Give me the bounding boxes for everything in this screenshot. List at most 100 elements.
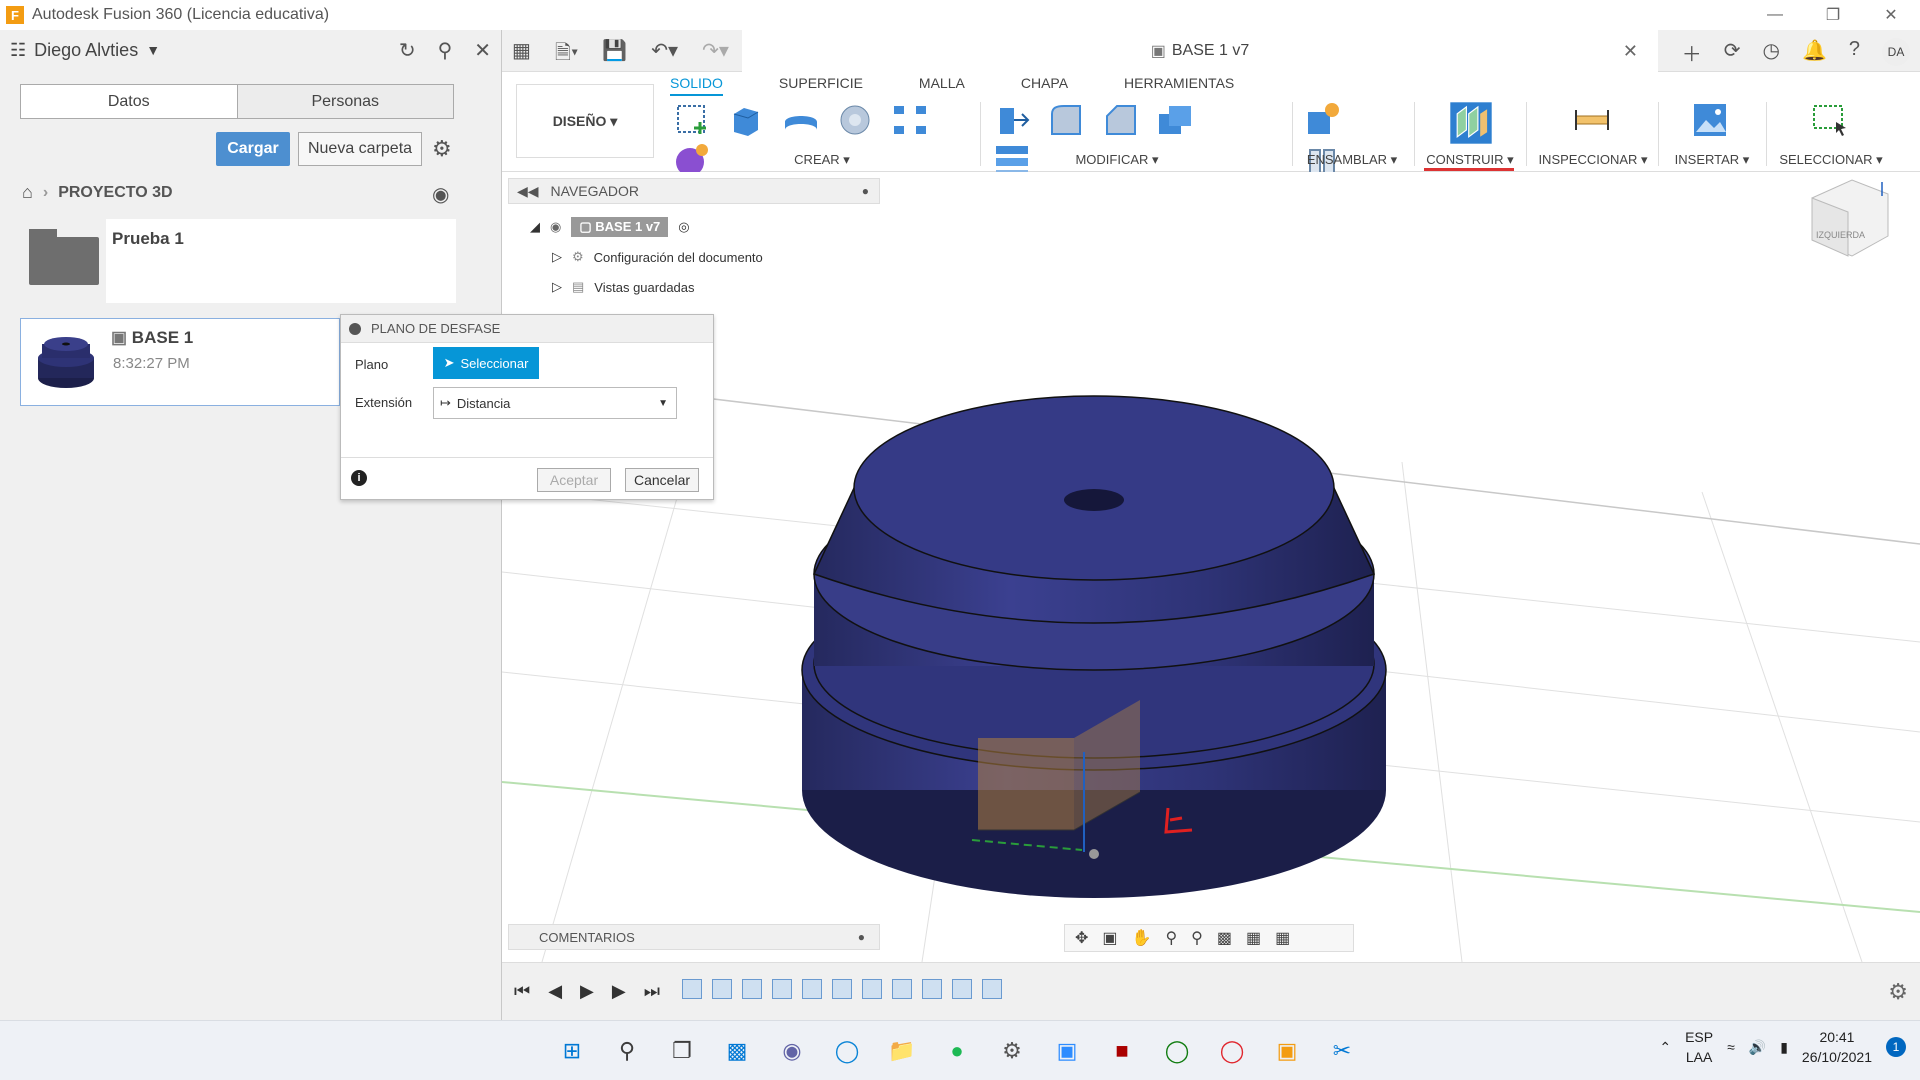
- new-folder-button[interactable]: Nueva carpeta: [298, 132, 422, 166]
- group-label-crear[interactable]: CREAR ▾: [672, 152, 972, 168]
- battery-icon[interactable]: ▮: [1780, 1039, 1788, 1056]
- comments-add-icon[interactable]: ●: [858, 930, 865, 944]
- new-tab-icon[interactable]: ＋: [1682, 38, 1702, 67]
- undo-icon[interactable]: ↶▾: [651, 38, 678, 72]
- timeline-feature[interactable]: [682, 979, 702, 999]
- spotify-icon[interactable]: ●: [939, 1033, 975, 1069]
- visibility-icon[interactable]: ◉: [550, 219, 561, 235]
- grid-icon[interactable]: ▦: [1246, 928, 1261, 948]
- zoom-app-icon[interactable]: ▣: [1049, 1033, 1085, 1069]
- viewports-icon[interactable]: ▦: [1275, 928, 1290, 948]
- volume-icon[interactable]: 🔊: [1749, 1039, 1766, 1056]
- tab-solido[interactable]: SOLIDO: [670, 75, 723, 96]
- display-settings-icon[interactable]: ▩: [1217, 928, 1232, 948]
- timeline-feature[interactable]: [862, 979, 882, 999]
- collapse-navigator-icon[interactable]: ◀◀: [517, 183, 539, 200]
- home-icon[interactable]: ⌂: [22, 182, 33, 203]
- next-step-icon[interactable]: ▶: [612, 981, 626, 1002]
- restore-button[interactable]: ❐: [1804, 0, 1862, 30]
- expand-icon[interactable]: ◢: [530, 219, 540, 235]
- shell-icon[interactable]: [1155, 100, 1195, 140]
- help-icon[interactable]: ?: [1849, 38, 1860, 67]
- breadcrumb-project[interactable]: PROYECTO 3D: [58, 184, 172, 202]
- insert-image-icon[interactable]: [1690, 100, 1730, 140]
- sweep-icon[interactable]: [835, 100, 875, 140]
- tree-item[interactable]: ▷ ▤ Vistas guardadas: [530, 272, 763, 302]
- workspace-switcher[interactable]: DISEÑO ▾: [516, 84, 654, 158]
- refresh-icon[interactable]: ↻: [399, 38, 416, 63]
- input-language[interactable]: ESP LAA: [1685, 1027, 1713, 1067]
- settings-icon[interactable]: ⚙: [994, 1033, 1030, 1069]
- user-name[interactable]: Diego Alvties: [34, 40, 138, 61]
- xbox-icon[interactable]: ◯: [1159, 1033, 1195, 1069]
- snipping-tool-icon[interactable]: ✂: [1324, 1033, 1360, 1069]
- navigator-pin-icon[interactable]: ●: [862, 184, 869, 198]
- close-tab-icon[interactable]: ✕: [1623, 41, 1638, 62]
- timeline-settings-gear-icon[interactable]: ⚙: [1888, 979, 1908, 1005]
- clock[interactable]: 20:41 26/10/2021: [1802, 1027, 1872, 1067]
- file-menu-icon[interactable]: 🗎▾: [555, 38, 578, 72]
- timeline-feature[interactable]: [772, 979, 792, 999]
- group-label-insertar[interactable]: INSERTAR ▾: [1666, 152, 1758, 168]
- notification-badge[interactable]: 1: [1886, 1037, 1906, 1057]
- last-step-icon[interactable]: ⏭: [644, 981, 660, 1002]
- redo-icon[interactable]: ↷▾: [702, 38, 729, 72]
- search-icon[interactable]: ⚲: [438, 38, 453, 63]
- info-icon[interactable]: i: [351, 470, 367, 486]
- timeline-feature[interactable]: [952, 979, 972, 999]
- orbit-icon[interactable]: ✥: [1075, 928, 1088, 948]
- timeline-feature[interactable]: [982, 979, 1002, 999]
- timeline-feature[interactable]: [742, 979, 762, 999]
- group-label-seleccionar[interactable]: SELECCIONAR ▾: [1776, 152, 1886, 168]
- group-label-inspeccionar[interactable]: INSPECCIONAR ▾: [1536, 152, 1650, 168]
- widgets-icon[interactable]: ▩: [719, 1033, 755, 1069]
- timeline-feature[interactable]: [832, 979, 852, 999]
- game-app-icon[interactable]: ■: [1104, 1033, 1140, 1069]
- teams-chat-icon[interactable]: ◉: [774, 1033, 810, 1069]
- extent-dropdown[interactable]: ↦ Distancia ▼: [433, 387, 677, 419]
- offset-plane-icon[interactable]: [1448, 100, 1494, 146]
- window-select-icon[interactable]: [1810, 100, 1850, 140]
- list-item[interactable]: Prueba 1: [22, 219, 456, 303]
- timeline-feature[interactable]: [922, 979, 942, 999]
- gear-icon[interactable]: ⚙: [432, 136, 452, 162]
- rectangular-pattern-icon[interactable]: [890, 100, 930, 140]
- expand-icon[interactable]: ▷: [552, 249, 562, 265]
- fusion360-taskbar-icon[interactable]: ▣: [1269, 1033, 1305, 1069]
- timeline-feature[interactable]: [802, 979, 822, 999]
- select-plane-button[interactable]: ➤ Seleccionar: [433, 347, 539, 379]
- task-view-icon[interactable]: ❐: [664, 1033, 700, 1069]
- extensions-icon[interactable]: ⟳: [1724, 38, 1741, 67]
- viewcube[interactable]: IZQUIERDA: [1811, 179, 1889, 257]
- tab-chapa[interactable]: CHAPA: [1021, 75, 1068, 96]
- minimize-dialog-icon[interactable]: [349, 322, 361, 335]
- new-component-icon[interactable]: [1302, 100, 1342, 140]
- dialog-header[interactable]: PLANO DE DESFASE: [341, 315, 713, 343]
- extrude-icon[interactable]: [726, 100, 766, 140]
- chamfer-icon[interactable]: [1101, 100, 1141, 140]
- chevron-up-icon[interactable]: ⌃: [1659, 1039, 1671, 1056]
- model-body[interactable]: [801, 395, 1387, 898]
- list-item[interactable]: ▣ BASE 1 8:32:27 PM: [20, 318, 340, 406]
- play-icon[interactable]: ▶: [580, 981, 594, 1002]
- tab-herramientas[interactable]: HERRAMIENTAS: [1124, 75, 1234, 96]
- pan-icon[interactable]: ✋: [1132, 928, 1152, 948]
- timeline-feature[interactable]: [712, 979, 732, 999]
- activate-icon[interactable]: ◎: [678, 219, 689, 235]
- look-at-icon[interactable]: ▣: [1102, 928, 1117, 948]
- tree-root[interactable]: ◢ ◉ ▢ BASE 1 v7 ◎: [530, 212, 763, 242]
- cancel-button[interactable]: Cancelar: [625, 468, 699, 492]
- save-icon[interactable]: 💾: [602, 38, 627, 72]
- job-status-icon[interactable]: ◷: [1763, 38, 1780, 67]
- previous-step-icon[interactable]: ◀: [548, 981, 562, 1002]
- revolve-icon[interactable]: [781, 100, 821, 140]
- globe-icon[interactable]: ◉: [432, 182, 449, 207]
- tree-root-label[interactable]: ▢ BASE 1 v7: [571, 217, 669, 237]
- zoom-icon[interactable]: ⚲: [1165, 928, 1177, 948]
- press-pull-icon[interactable]: [992, 100, 1032, 140]
- group-label-construir[interactable]: CONSTRUIR ▾: [1422, 152, 1518, 168]
- tab-superficie[interactable]: SUPERFICIE: [779, 75, 863, 96]
- tree-item[interactable]: ▷ ⚙ Configuración del documento: [530, 242, 763, 272]
- ok-button[interactable]: Aceptar: [537, 468, 611, 492]
- opera-icon[interactable]: ◯: [1214, 1033, 1250, 1069]
